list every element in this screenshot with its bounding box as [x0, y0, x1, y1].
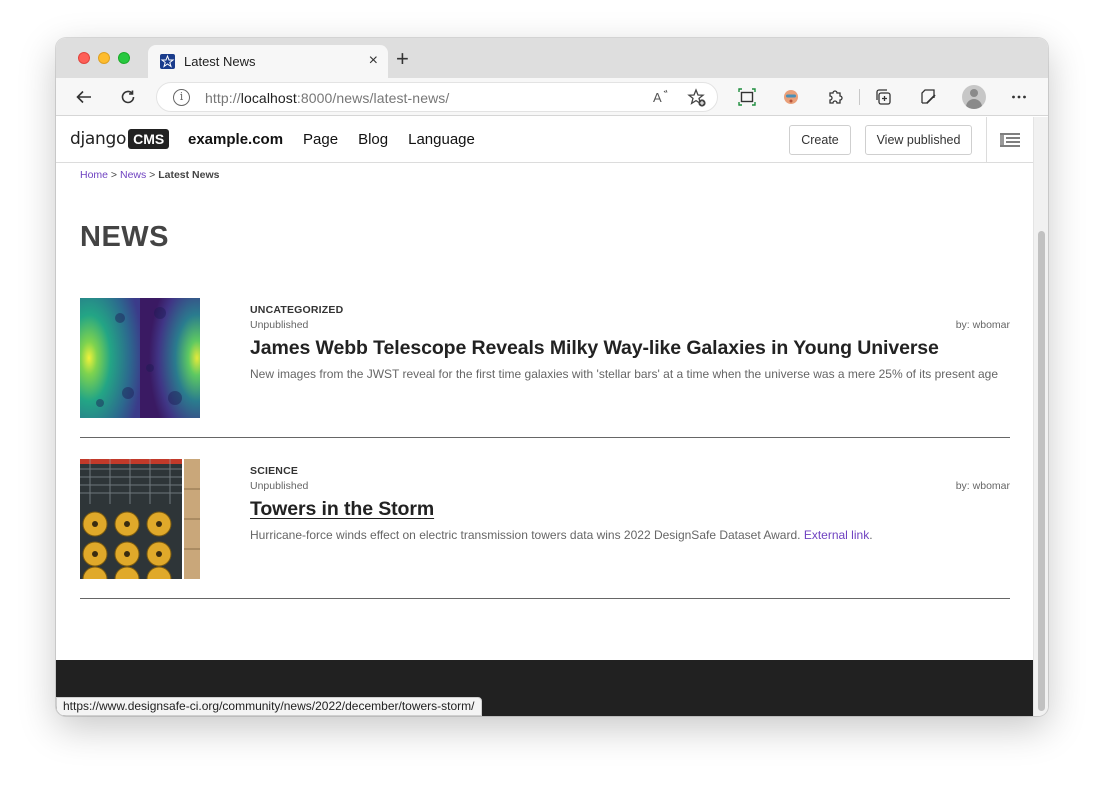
- article-category: UNCATEGORIZED: [250, 304, 344, 316]
- browser-toolbar: i http://localhost:8000/news/latest-news…: [56, 78, 1048, 116]
- cms-menu-page[interactable]: Page: [303, 131, 338, 148]
- cms-menu: example.com Page Blog Language: [188, 131, 495, 148]
- page-title: NEWS: [80, 221, 169, 253]
- extension-avatar-icon[interactable]: [780, 86, 802, 108]
- vertical-scrollbar[interactable]: [1033, 117, 1048, 716]
- breadcrumb-news[interactable]: News: [120, 169, 146, 181]
- tab-strip: Latest News × +: [56, 38, 1048, 78]
- minimize-window-button[interactable]: [98, 52, 110, 64]
- breadcrumb-home[interactable]: Home: [80, 169, 108, 181]
- structure-icon: [1000, 133, 1020, 147]
- link-status-bubble: https://www.designsafe-ci.org/community/…: [56, 697, 482, 716]
- address-bar[interactable]: i http://localhost:8000/news/latest-news…: [156, 82, 718, 112]
- close-window-button[interactable]: [78, 52, 90, 64]
- galaxy-thumbnail[interactable]: [80, 298, 200, 418]
- tab-latest-news[interactable]: Latest News ×: [148, 45, 388, 78]
- breadcrumb-current: Latest News: [158, 169, 220, 181]
- collections-icon[interactable]: [872, 86, 894, 108]
- browser-window: Latest News × + i http://localhost:8000/…: [56, 38, 1048, 716]
- more-options-icon[interactable]: [1008, 86, 1030, 108]
- close-tab-icon[interactable]: ×: [369, 52, 378, 70]
- back-arrow-icon[interactable]: [73, 86, 95, 108]
- list-item: SCIENCE Unpublished by: wbomar Towers in…: [80, 459, 1010, 599]
- screen-capture-icon[interactable]: [736, 86, 758, 108]
- reload-icon[interactable]: [117, 86, 139, 108]
- favorite-star-icon[interactable]: [687, 88, 707, 112]
- view-published-button[interactable]: View published: [865, 125, 972, 155]
- create-button[interactable]: Create: [789, 125, 851, 155]
- django-cms-logo[interactable]: django CMS: [70, 128, 170, 150]
- breadcrumb: Home > News > Latest News: [80, 169, 220, 181]
- read-aloud-icon[interactable]: A: [652, 88, 670, 109]
- article-status: Unpublished: [250, 319, 309, 331]
- cms-menu-language[interactable]: Language: [408, 131, 475, 148]
- article-title-link[interactable]: James Webb Telescope Reveals Milky Way-l…: [250, 337, 939, 360]
- list-item: UNCATEGORIZED Unpublished by: wbomar Jam…: [80, 298, 1010, 438]
- article-category: SCIENCE: [250, 465, 299, 477]
- svg-text:A: A: [653, 90, 662, 105]
- new-tab-button[interactable]: +: [396, 48, 409, 70]
- cms-menu-blog[interactable]: Blog: [358, 131, 388, 148]
- article-status: Unpublished: [250, 480, 309, 492]
- scrollbar-thumb[interactable]: [1038, 231, 1045, 711]
- page-viewport: django CMS example.com Page Blog Languag…: [56, 117, 1033, 716]
- cms-menu-site[interactable]: example.com: [188, 131, 283, 148]
- structure-mode-toggle[interactable]: [986, 117, 1033, 163]
- favicon-icon: [160, 54, 175, 69]
- toolbar-divider: [859, 89, 860, 105]
- article-title-link[interactable]: Towers in the Storm: [250, 498, 434, 521]
- browser-essentials-icon[interactable]: [917, 86, 939, 108]
- profile-avatar-icon[interactable]: [962, 85, 986, 109]
- url-text: http://localhost:8000/news/latest-news/: [205, 90, 450, 106]
- zoom-window-button[interactable]: [118, 52, 130, 64]
- article-author: by: wbomar: [955, 319, 1010, 331]
- external-link[interactable]: External link: [804, 528, 869, 542]
- extensions-puzzle-icon[interactable]: [824, 86, 846, 108]
- article-author: by: wbomar: [955, 480, 1010, 492]
- article-lead: New images from the JWST reveal for the …: [250, 367, 999, 381]
- tab-title: Latest News: [184, 54, 256, 69]
- article-lead: Hurricane-force winds effect on electric…: [250, 528, 873, 542]
- site-info-icon[interactable]: i: [173, 89, 190, 106]
- towers-thumbnail[interactable]: [80, 459, 200, 579]
- cms-toolbar: django CMS example.com Page Blog Languag…: [56, 117, 1033, 163]
